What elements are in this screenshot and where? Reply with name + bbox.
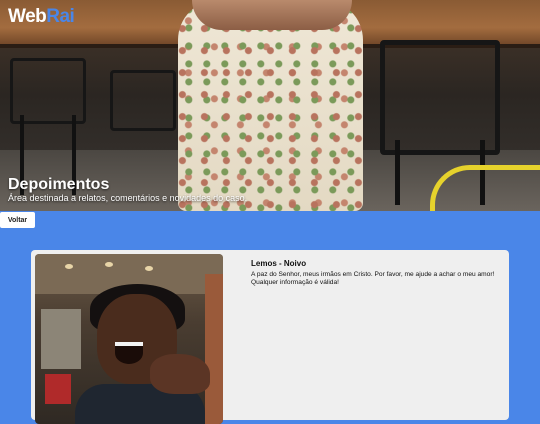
page-subtitle: Área destinada a relatos, comentários e …	[8, 193, 248, 203]
photo-lamp	[145, 266, 153, 271]
photo-wood-panel	[205, 274, 223, 424]
testimonial-card: Lemos - Noivo A paz do Senhor, meus irmã…	[31, 250, 509, 424]
photo-person-hand	[150, 354, 210, 394]
hero-photo-chair	[380, 40, 500, 155]
logo-text-web: Web	[8, 6, 47, 27]
photo-window	[41, 309, 81, 369]
site-logo[interactable]: WebRai	[8, 6, 75, 28]
hero-photo-chair	[110, 70, 176, 131]
hero-banner: WebRai Depoimentos Área destinada a rela…	[0, 0, 540, 211]
back-button[interactable]: Voltar	[0, 212, 35, 228]
hero-photo-chair-leg	[395, 140, 400, 205]
hero-photo-bag	[192, 0, 352, 30]
photo-person-mouth	[115, 342, 143, 364]
photo-lamp	[65, 264, 73, 269]
testimonial-text: A paz do Senhor, meus irmãos em Cristo. …	[251, 271, 495, 286]
page-title: Depoimentos	[8, 176, 110, 193]
photo-red-sign	[45, 374, 71, 404]
hero-photo-yellow-chair	[430, 165, 540, 211]
photo-lamp	[105, 262, 113, 267]
testimonial-photo	[35, 254, 223, 424]
action-bar	[0, 211, 540, 231]
logo-text-rai: Rai	[46, 6, 75, 27]
testimonial-author: Lemos - Noivo	[251, 259, 307, 268]
hero-photo-person	[178, 0, 363, 211]
